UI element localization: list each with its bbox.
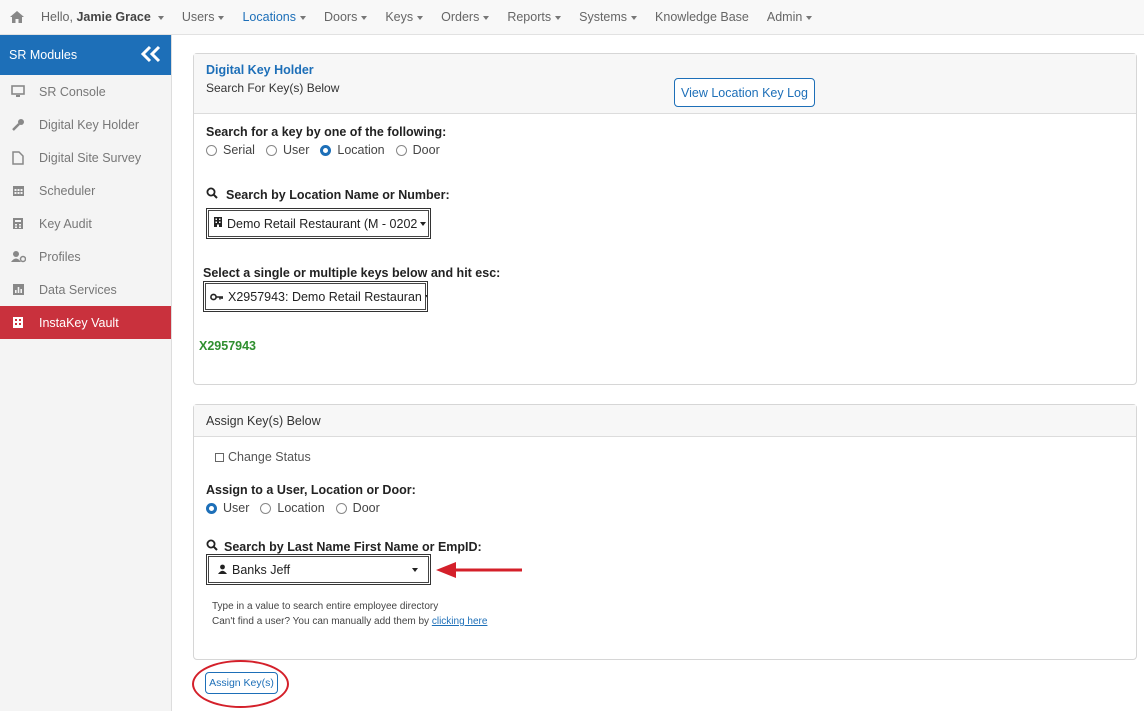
view-location-key-log-button[interactable]: View Location Key Log <box>674 78 815 107</box>
sidebar-item-digital-site-survey[interactable]: Digital Site Survey <box>0 141 171 174</box>
nav-reports[interactable]: Reports <box>498 10 570 24</box>
help-text-add-user: Can't find a user? You can manually add … <box>212 616 488 627</box>
nav-keys[interactable]: Keys <box>376 10 432 24</box>
keys-select-label: Select a single or multiple keys below a… <box>203 266 501 280</box>
key-icon <box>210 290 224 304</box>
card-header: Digital Key Holder Search For Key(s) Bel… <box>194 54 1136 114</box>
users-gear-icon <box>10 249 26 265</box>
caret-down-icon <box>361 15 368 20</box>
sidebar-item-profiles[interactable]: Profiles <box>0 240 171 273</box>
search-type-radio-group: Serial User Location Door <box>206 143 451 157</box>
assign-to-label: Assign to a User, Location or Door: <box>206 483 416 497</box>
caret-down-icon <box>424 294 427 299</box>
caret-down-icon <box>417 15 424 20</box>
annotation-arrow-icon <box>436 562 522 578</box>
sidebar-item-data-services[interactable]: Data Services <box>0 273 171 306</box>
user-menu[interactable]: Hello, Jamie Grace <box>32 10 173 24</box>
user-search-label-row: Search by Last Name First Name or EmpID: <box>206 539 482 554</box>
building-icon <box>213 216 223 231</box>
sidebar: SR Modules SR Console Digital Key Holder… <box>0 35 172 711</box>
wrench-icon <box>10 117 26 133</box>
location-select-value: Demo Retail Restaurant (M - 0202 <box>227 216 418 231</box>
search-icon <box>206 187 218 202</box>
sidebar-item-scheduler[interactable]: Scheduler <box>0 174 171 207</box>
card-subtitle: Search For Key(s) Below <box>206 81 340 95</box>
user-search-label: Search by Last Name First Name or EmpID: <box>224 539 482 554</box>
radio-button[interactable] <box>206 144 217 156</box>
selected-key-tag: X2957943 <box>199 339 257 353</box>
caret-down-icon <box>555 15 562 20</box>
nav-systems[interactable]: Systems <box>570 10 646 24</box>
search-by-label: Search for a key by one of the following… <box>206 125 447 139</box>
caret-down-icon <box>218 15 225 20</box>
calculator-icon <box>10 216 26 232</box>
radio-button[interactable] <box>265 144 277 156</box>
radio-button-selected[interactable] <box>320 144 332 156</box>
sidebar-item-sr-console[interactable]: SR Console <box>0 75 171 108</box>
caret-down-icon <box>299 15 306 20</box>
radio-button-selected[interactable] <box>206 502 217 514</box>
sidebar-item-digital-key-holder[interactable]: Digital Key Holder <box>0 108 171 141</box>
file-icon <box>10 150 26 166</box>
sidebar-title: SR Modules <box>9 48 78 62</box>
calendar-icon <box>10 183 26 199</box>
radio-door[interactable]: Door <box>395 143 440 157</box>
chart-icon <box>10 282 26 298</box>
top-navbar: Hello, Jamie Grace Users Locations Doors… <box>0 0 1144 35</box>
sidebar-item-instakey-vault[interactable]: InstaKey Vault <box>0 306 171 339</box>
collapse-sidebar-icon[interactable] <box>140 45 162 66</box>
change-status-checkbox[interactable] <box>215 453 224 462</box>
user-select-value: Banks Jeff <box>232 562 291 577</box>
radio-location[interactable]: Location <box>320 143 385 157</box>
caret-down-icon <box>631 15 638 20</box>
radio-button[interactable] <box>260 502 272 514</box>
card-title: Digital Key Holder <box>206 63 314 77</box>
assign-card-header: Assign Key(s) Below <box>194 405 1136 437</box>
radio-button[interactable] <box>335 502 347 514</box>
nav-orders[interactable]: Orders <box>432 10 498 24</box>
location-select[interactable]: Demo Retail Restaurant (M - 0202 <box>206 208 431 239</box>
change-status-row[interactable]: Change Status <box>215 450 311 464</box>
monitor-icon <box>10 84 26 100</box>
assign-type-radio-group: User Location Door <box>206 501 391 515</box>
caret-down-icon <box>420 221 427 226</box>
radio-serial[interactable]: Serial <box>206 143 255 157</box>
keys-select-value: X2957943: Demo Retail Restauran <box>228 289 422 304</box>
caret-down-icon <box>806 15 813 20</box>
nav-doors[interactable]: Doors <box>315 10 376 24</box>
change-status-label: Change Status <box>228 450 311 464</box>
keys-select[interactable]: X2957943: Demo Retail Restauran <box>203 281 428 312</box>
radio-user[interactable]: User <box>265 143 309 157</box>
caret-down-icon <box>157 15 164 20</box>
user-name: Jamie Grace <box>76 10 151 24</box>
location-search-label: Search by Location Name or Number: <box>226 187 450 202</box>
clicking-here-link[interactable]: clicking here <box>432 616 488 627</box>
nav-locations[interactable]: Locations <box>233 10 315 24</box>
user-icon <box>218 563 227 577</box>
nav-users[interactable]: Users <box>173 10 234 24</box>
help-text-directory: Type in a value to search entire employe… <box>212 601 439 612</box>
nav-admin[interactable]: Admin <box>758 10 821 24</box>
nav-knowledge-base[interactable]: Knowledge Base <box>646 10 758 24</box>
home-icon[interactable] <box>2 10 32 24</box>
location-search-label-row: Search by Location Name or Number: <box>206 187 450 202</box>
sidebar-item-key-audit[interactable]: Key Audit <box>0 207 171 240</box>
caret-down-icon <box>412 567 418 572</box>
radio-assign-location[interactable]: Location <box>260 501 325 515</box>
vault-icon <box>10 315 26 331</box>
radio-assign-door[interactable]: Door <box>335 501 380 515</box>
search-icon <box>206 539 218 554</box>
radio-assign-user[interactable]: User <box>206 501 249 515</box>
user-select[interactable]: Banks Jeff <box>206 554 431 585</box>
sidebar-header: SR Modules <box>0 35 171 75</box>
radio-button[interactable] <box>395 144 407 156</box>
caret-down-icon <box>483 15 490 20</box>
assign-keys-button[interactable]: Assign Key(s) <box>205 672 278 694</box>
